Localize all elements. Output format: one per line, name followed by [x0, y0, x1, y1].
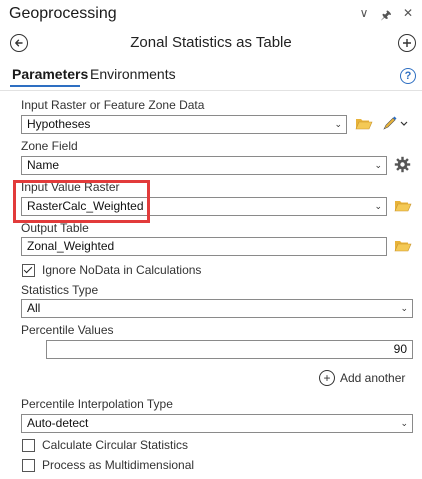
stats-type-dropdown[interactable]: All ⌄	[21, 299, 413, 318]
pane-title: Geoprocessing	[9, 5, 117, 22]
tab-environments[interactable]: Environments	[90, 66, 176, 82]
checkbox-unchecked-icon	[22, 458, 35, 472]
tab-parameters[interactable]: Parameters	[12, 66, 88, 82]
tool-title: Zonal Statistics as Table	[130, 34, 292, 51]
zone-data-dropdown[interactable]: Hypotheses ⌄	[21, 115, 347, 134]
multidimensional-label: Process as Multidimensional	[42, 458, 195, 472]
percentile-label: Percentile Values	[21, 323, 114, 337]
divider	[0, 90, 422, 91]
interp-label: Percentile Interpolation Type	[21, 397, 173, 411]
zone-field-label: Zone Field	[21, 139, 78, 153]
zone-field-dropdown[interactable]: Name ⌄	[21, 156, 387, 175]
active-tab-indicator	[10, 85, 80, 87]
checkbox-unchecked-icon	[22, 438, 35, 452]
chevron-down-icon: ⌄	[374, 160, 382, 170]
chevron-down-icon: ⌄	[400, 418, 408, 428]
dropdown-chevron-icon[interactable]: ∨	[358, 6, 370, 27]
edit-pencil-icon[interactable]	[382, 116, 408, 131]
stats-type-value: All	[27, 301, 41, 315]
chevron-down-icon: ⌄	[374, 201, 382, 211]
output-table-label: Output Table	[21, 221, 89, 235]
chevron-down-icon: ⌄	[400, 303, 408, 313]
pin-icon[interactable]: 🖈	[380, 6, 392, 27]
percentile-input[interactable]: 90	[46, 340, 413, 359]
red-highlight-box	[13, 180, 150, 223]
circular-stats-checkbox[interactable]: Calculate Circular Statistics	[22, 438, 188, 452]
chevron-down-icon: ⌄	[334, 119, 342, 129]
ignore-nodata-checkbox[interactable]: Ignore NoData in Calculations	[22, 263, 201, 277]
gear-icon[interactable]	[394, 156, 411, 173]
add-another-button[interactable]: + Add another	[319, 370, 405, 386]
folder-open-icon[interactable]	[394, 238, 412, 253]
zone-field-value: Name	[27, 158, 60, 172]
zone-data-label: Input Raster or Feature Zone Data	[21, 98, 205, 112]
tool-header: Zonal Statistics as Table	[0, 30, 422, 56]
folder-open-icon[interactable]	[394, 198, 412, 213]
zone-data-value: Hypotheses	[27, 117, 91, 131]
pane-controls: ∨ 🖈 ✕	[358, 6, 414, 27]
interp-dropdown[interactable]: Auto-detect ⌄	[21, 414, 413, 433]
output-table-input[interactable]: Zonal_Weighted	[21, 237, 387, 256]
interp-value: Auto-detect	[27, 416, 89, 430]
close-icon[interactable]: ✕	[402, 6, 414, 27]
plus-icon[interactable]	[398, 34, 416, 52]
ignore-nodata-label: Ignore NoData in Calculations	[42, 263, 202, 277]
checkbox-checked-icon	[22, 263, 35, 277]
stats-type-label: Statistics Type	[21, 283, 99, 297]
circular-stats-label: Calculate Circular Statistics	[42, 438, 189, 452]
add-another-label: Add another	[340, 371, 406, 385]
folder-open-icon[interactable]	[355, 116, 373, 131]
multidimensional-checkbox[interactable]: Process as Multidimensional	[22, 458, 194, 472]
add-circle-icon: +	[319, 370, 335, 386]
help-icon[interactable]: ?	[400, 68, 416, 84]
